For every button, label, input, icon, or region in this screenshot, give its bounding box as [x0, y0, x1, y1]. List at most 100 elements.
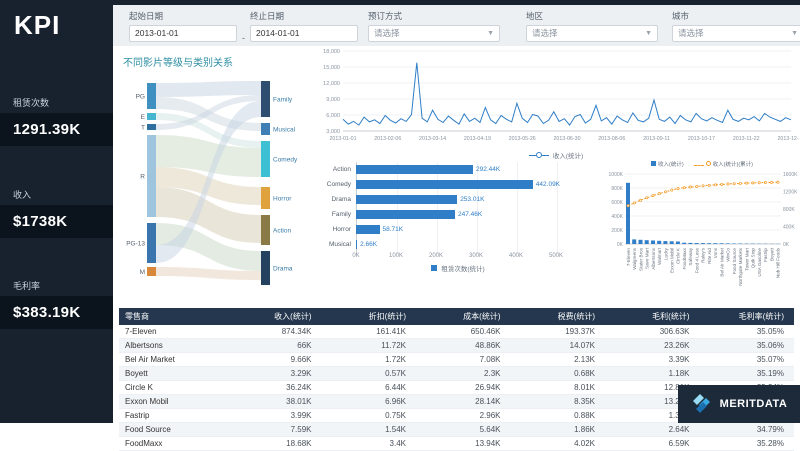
table-cell: 2.13K [511, 353, 606, 367]
pareto-x-label: Raley's [701, 247, 706, 263]
retailer-pareto-chart[interactable]: 0K200K400K600K800K1000K0K400K800K1200K16… [605, 170, 799, 308]
pareto-bar[interactable] [726, 243, 730, 244]
column-header[interactable]: 成本(统计) [416, 308, 511, 325]
y-tick-label: 12,000 [323, 81, 340, 87]
pareto-x-label: Fastrip [763, 248, 768, 262]
pareto-bar[interactable] [626, 183, 630, 244]
cumulative-marker [708, 184, 710, 186]
sankey-left-node[interactable] [147, 113, 156, 120]
sankey-right-node[interactable] [261, 187, 270, 209]
sankey-right-node[interactable] [261, 215, 270, 245]
right-tick-label: 400K [783, 225, 795, 231]
pareto-bar[interactable] [713, 243, 717, 244]
bar-value-label: 58.71K [383, 226, 404, 233]
table-header: 零售商收入(统计)折扣(统计)成本(统计)税费(统计)毛利(统计)毛利率(统计) [119, 308, 794, 325]
pareto-bar[interactable] [682, 243, 686, 244]
cumulative-marker [640, 199, 642, 201]
cumulative-marker [752, 182, 754, 184]
pareto-x-label: Exxon Mobil [670, 248, 675, 273]
pareto-bar[interactable] [663, 241, 667, 244]
pareto-bar[interactable] [632, 239, 636, 244]
sankey-left-node[interactable] [147, 124, 156, 130]
start-date-input[interactable]: 2013-01-01 [129, 25, 237, 42]
pareto-bar[interactable] [720, 243, 724, 244]
city-select[interactable]: 请选择 ▼ [672, 25, 800, 42]
cumulative-marker [733, 183, 735, 185]
pareto-bar[interactable] [676, 242, 680, 245]
revenue-line[interactable] [343, 63, 791, 125]
table-cell: 8.35K [511, 395, 606, 409]
bar-category-label: Family [313, 211, 356, 218]
pareto-bar[interactable] [657, 241, 661, 244]
bar[interactable] [356, 195, 457, 204]
sankey-chart[interactable]: PGETRPG-13MFamilyMusicalComedyHorrorActi… [121, 75, 313, 297]
pareto-bar[interactable] [688, 243, 692, 244]
pareto-bar[interactable] [701, 243, 705, 244]
sankey-right-label: Drama [273, 265, 293, 272]
sidebar: KPI 租赁次数 1291.39K 收入 $1738K 毛利率 $383.19K [0, 0, 113, 423]
pareto-bar[interactable] [645, 240, 649, 244]
booking-method-select[interactable]: 请选择 ▼ [368, 25, 500, 42]
region-select[interactable]: 请选择 ▼ [526, 25, 658, 42]
pareto-bar[interactable] [670, 241, 674, 244]
sankey-left-label: T [141, 124, 145, 131]
bar-row[interactable]: Musical2.66K [313, 237, 603, 252]
sankey-right-node[interactable] [261, 251, 270, 285]
pareto-x-label: Boyett [769, 247, 774, 261]
sankey-right-node[interactable] [261, 141, 270, 177]
pareto-bar[interactable] [651, 241, 655, 245]
sankey-left-node[interactable] [147, 267, 156, 276]
bar[interactable] [356, 240, 357, 249]
legend-label: 收入(统计)(累计) [713, 162, 753, 168]
bar[interactable] [356, 225, 380, 234]
sankey-left-node[interactable] [147, 223, 156, 263]
table-row[interactable]: Albertsons66K11.72K48.86K14.07K23.26K35.… [119, 339, 794, 353]
bar-row[interactable]: Action292.44K [313, 162, 603, 177]
pareto-bar[interactable] [707, 243, 711, 244]
column-header[interactable]: 毛利率(统计) [700, 308, 795, 325]
column-header[interactable]: 零售商 [119, 308, 227, 325]
pareto-bar[interactable] [732, 244, 736, 245]
sankey-right-node[interactable] [261, 123, 270, 135]
table-cell: Circle K [119, 381, 227, 395]
table-cell: 14.07K [511, 339, 606, 353]
table-row[interactable]: 7-Eleven874.34K161.41K650.46K193.37K306.… [119, 325, 794, 339]
bar[interactable] [356, 165, 473, 174]
pareto-bar[interactable] [695, 243, 699, 244]
sankey-left-node[interactable] [147, 83, 156, 109]
sankey-right-node[interactable] [261, 81, 270, 117]
table-row[interactable]: Food Source7.59K1.54K5.64K1.86K2.64K34.7… [119, 423, 794, 437]
sankey-left-label: PG-13 [126, 240, 145, 247]
table-cell: 7.59K [227, 423, 322, 437]
bar-row[interactable]: Family247.46K [313, 207, 603, 222]
table-row[interactable]: Boyett3.29K0.57K2.3K0.68K1.18K35.19% [119, 367, 794, 381]
bar[interactable] [356, 210, 455, 219]
revenue-trend-chart[interactable]: 18,00015,00012,0009,0006,0003,0002013-01… [313, 46, 799, 144]
bar-row[interactable]: Drama253.01K [313, 192, 603, 207]
table-cell: 18.68K [227, 437, 322, 451]
end-date-input[interactable]: 2014-01-01 [250, 25, 358, 42]
x-tick-label: 400K [509, 253, 523, 259]
pareto-bar[interactable] [738, 244, 742, 245]
table-cell: 0.68K [511, 367, 606, 381]
table-row[interactable]: FoodMaxx18.68K3.4K13.94K4.02K6.59K35.28% [119, 437, 794, 451]
bar[interactable] [356, 180, 533, 189]
left-tick-label: 800K [611, 186, 623, 192]
table-cell: 13.94K [416, 437, 511, 451]
left-tick-label: 400K [611, 214, 623, 220]
column-header[interactable]: 毛利(统计) [605, 308, 700, 325]
column-header[interactable]: 折扣(统计) [322, 308, 417, 325]
pareto-x-label: Walmart [657, 247, 662, 265]
column-header[interactable]: 收入(统计) [227, 308, 322, 325]
bar-row[interactable]: Horror58.71K [313, 222, 603, 237]
x-tick-label: 2013-02-06 [374, 136, 401, 142]
sankey-left-node[interactable] [147, 135, 156, 217]
pareto-bar[interactable] [639, 240, 643, 244]
category-bar-chart[interactable]: Action292.44KComedy442.09KDrama253.01KFa… [313, 162, 603, 252]
bar-row[interactable]: Comedy442.09K [313, 177, 603, 192]
table-row[interactable]: Bel Air Market9.66K1.72K7.08K2.13K3.39K3… [119, 353, 794, 367]
column-header[interactable]: 税费(统计) [511, 308, 606, 325]
pareto-x-label: 7-Eleven [626, 248, 631, 267]
table-cell: 1.86K [511, 423, 606, 437]
y-tick-label: 18,000 [323, 49, 340, 55]
